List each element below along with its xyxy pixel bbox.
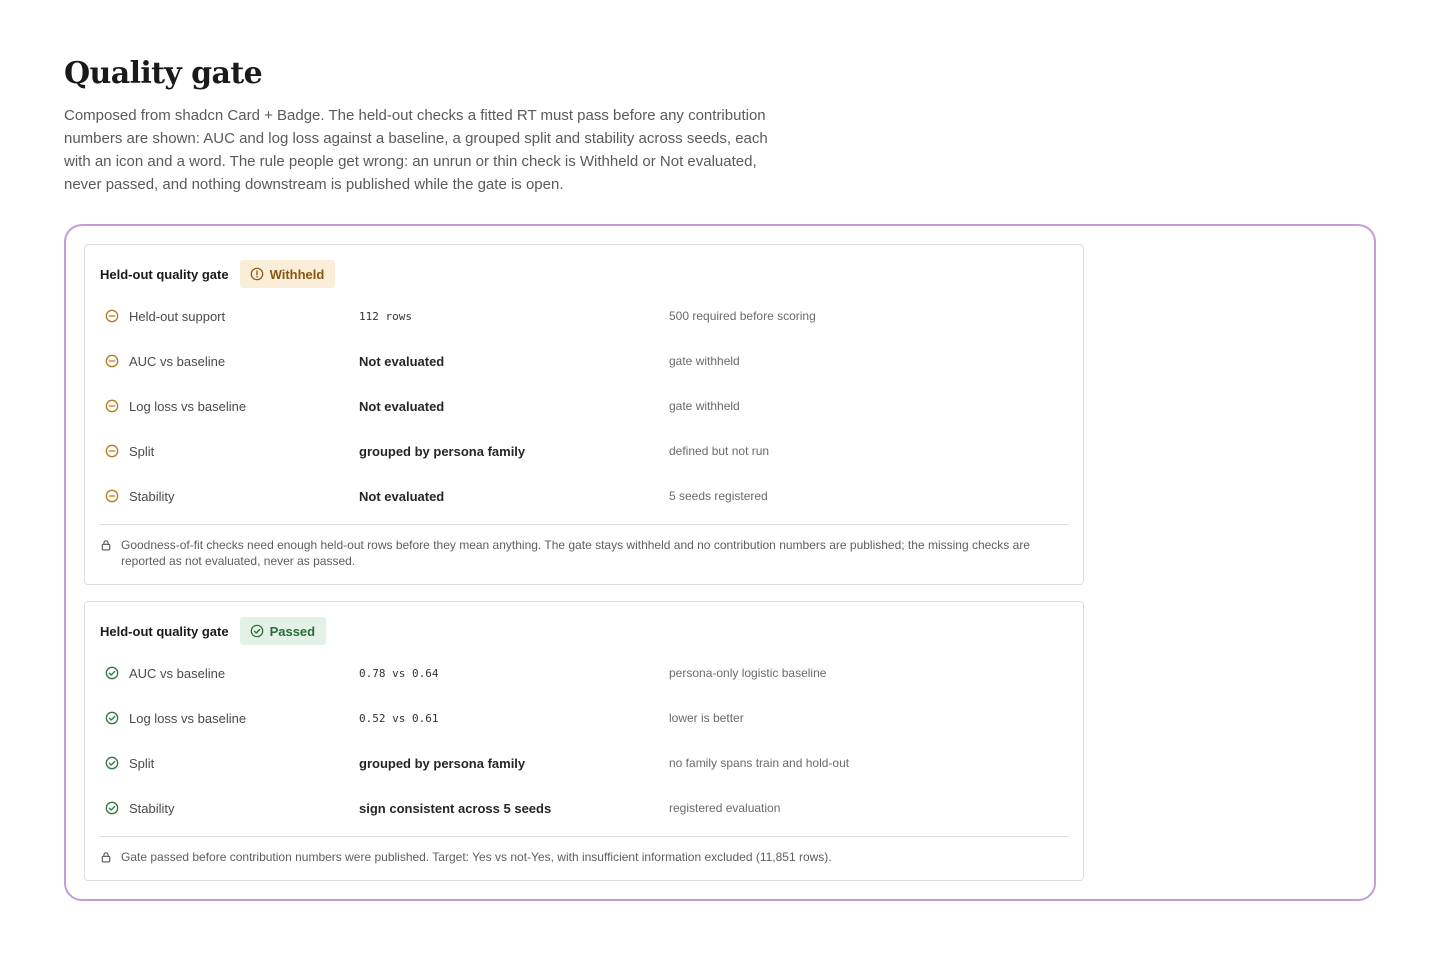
status-badge: Passed: [239, 617, 327, 645]
check-row: Split grouped by persona family defined …: [100, 441, 1070, 461]
lock-icon: [101, 540, 111, 551]
check-note: gate withheld: [669, 399, 740, 413]
check-label: Held-out support: [129, 308, 226, 324]
minus-circle-icon: [105, 489, 119, 503]
footnote-text: Gate passed before contribution numbers …: [121, 850, 832, 864]
minus-circle-icon: [105, 354, 119, 368]
check-value: Not evaluated: [359, 488, 445, 504]
check-row: Held-out support 112 rows 500 required b…: [100, 306, 1070, 326]
check-value: Not evaluated: [359, 398, 445, 414]
check-value: grouped by persona family: [359, 443, 526, 459]
minus-circle-icon: [105, 309, 119, 323]
check-row: Stability Not evaluated 5 seeds register…: [100, 486, 1070, 506]
check-value: Not evaluated: [359, 353, 445, 369]
check-label: Stability: [129, 488, 175, 504]
check-circle-icon: [105, 756, 119, 770]
card-header: Held-out quality gate Withheld: [100, 260, 336, 288]
status-badge-label: Passed: [269, 623, 316, 639]
check-label: AUC vs baseline: [129, 353, 226, 369]
card-footnote: Goodness-of-fit checks need enough held-…: [100, 537, 1060, 569]
check-label: Log loss vs baseline: [129, 710, 247, 726]
check-row: Log loss vs baseline Not evaluated gate …: [100, 396, 1070, 416]
quality-gate-card-withheld: Held-out quality gate Withheld Held-out …: [84, 244, 1084, 585]
alert-circle-icon: [250, 267, 263, 281]
check-circle-icon: [105, 666, 119, 680]
check-row: Split grouped by persona family no famil…: [100, 753, 1070, 773]
status-badge: Withheld: [239, 260, 336, 288]
check-label: Split: [129, 443, 155, 459]
check-value: 0.52 vs 0.61: [359, 711, 439, 725]
check-note: lower is better: [669, 711, 744, 725]
check-value: 0.78 vs 0.64: [359, 666, 439, 680]
status-badge-label: Withheld: [269, 266, 325, 282]
check-circle-icon: [250, 624, 263, 638]
check-note: 5 seeds registered: [669, 489, 768, 503]
check-row: AUC vs baseline Not evaluated gate withh…: [100, 351, 1070, 371]
check-circle-icon: [105, 711, 119, 725]
quality-gate-card-passed: Held-out quality gate Passed AUC vs base…: [84, 601, 1084, 881]
check-note: registered evaluation: [669, 801, 781, 815]
check-note: persona-only logistic baseline: [669, 666, 827, 680]
check-note: 500 required before scoring: [669, 309, 816, 323]
card-title: Held-out quality gate: [100, 623, 229, 639]
check-circle-icon: [105, 801, 119, 815]
check-note: defined but not run: [669, 444, 770, 458]
check-label: Log loss vs baseline: [129, 398, 247, 414]
minus-circle-icon: [105, 399, 119, 413]
page-title: Quality gate: [64, 56, 263, 91]
check-note: gate withheld: [669, 354, 740, 368]
check-note: no family spans train and hold-out: [669, 756, 850, 770]
lock-icon: [101, 852, 111, 863]
check-label: Split: [129, 755, 155, 771]
check-value: 112 rows: [359, 309, 412, 323]
check-row: Stability sign consistent across 5 seeds…: [100, 798, 1070, 818]
check-label: AUC vs baseline: [129, 665, 226, 681]
check-row: AUC vs baseline 0.78 vs 0.64 persona-onl…: [100, 663, 1070, 683]
card-header: Held-out quality gate Passed: [100, 617, 327, 645]
footnote-text: Goodness-of-fit checks need enough held-…: [121, 538, 1030, 568]
check-row: Log loss vs baseline 0.52 vs 0.61 lower …: [100, 708, 1070, 728]
minus-circle-icon: [105, 444, 119, 458]
card-divider: [100, 836, 1068, 837]
card-divider: [100, 524, 1068, 525]
card-footnote: Gate passed before contribution numbers …: [100, 849, 1060, 865]
check-value: grouped by persona family: [359, 755, 526, 771]
check-label: Stability: [129, 800, 175, 816]
check-value: sign consistent across 5 seeds: [359, 800, 552, 816]
card-title: Held-out quality gate: [100, 266, 229, 282]
page-description: Composed from shadcn Card + Badge. The h…: [64, 107, 768, 193]
